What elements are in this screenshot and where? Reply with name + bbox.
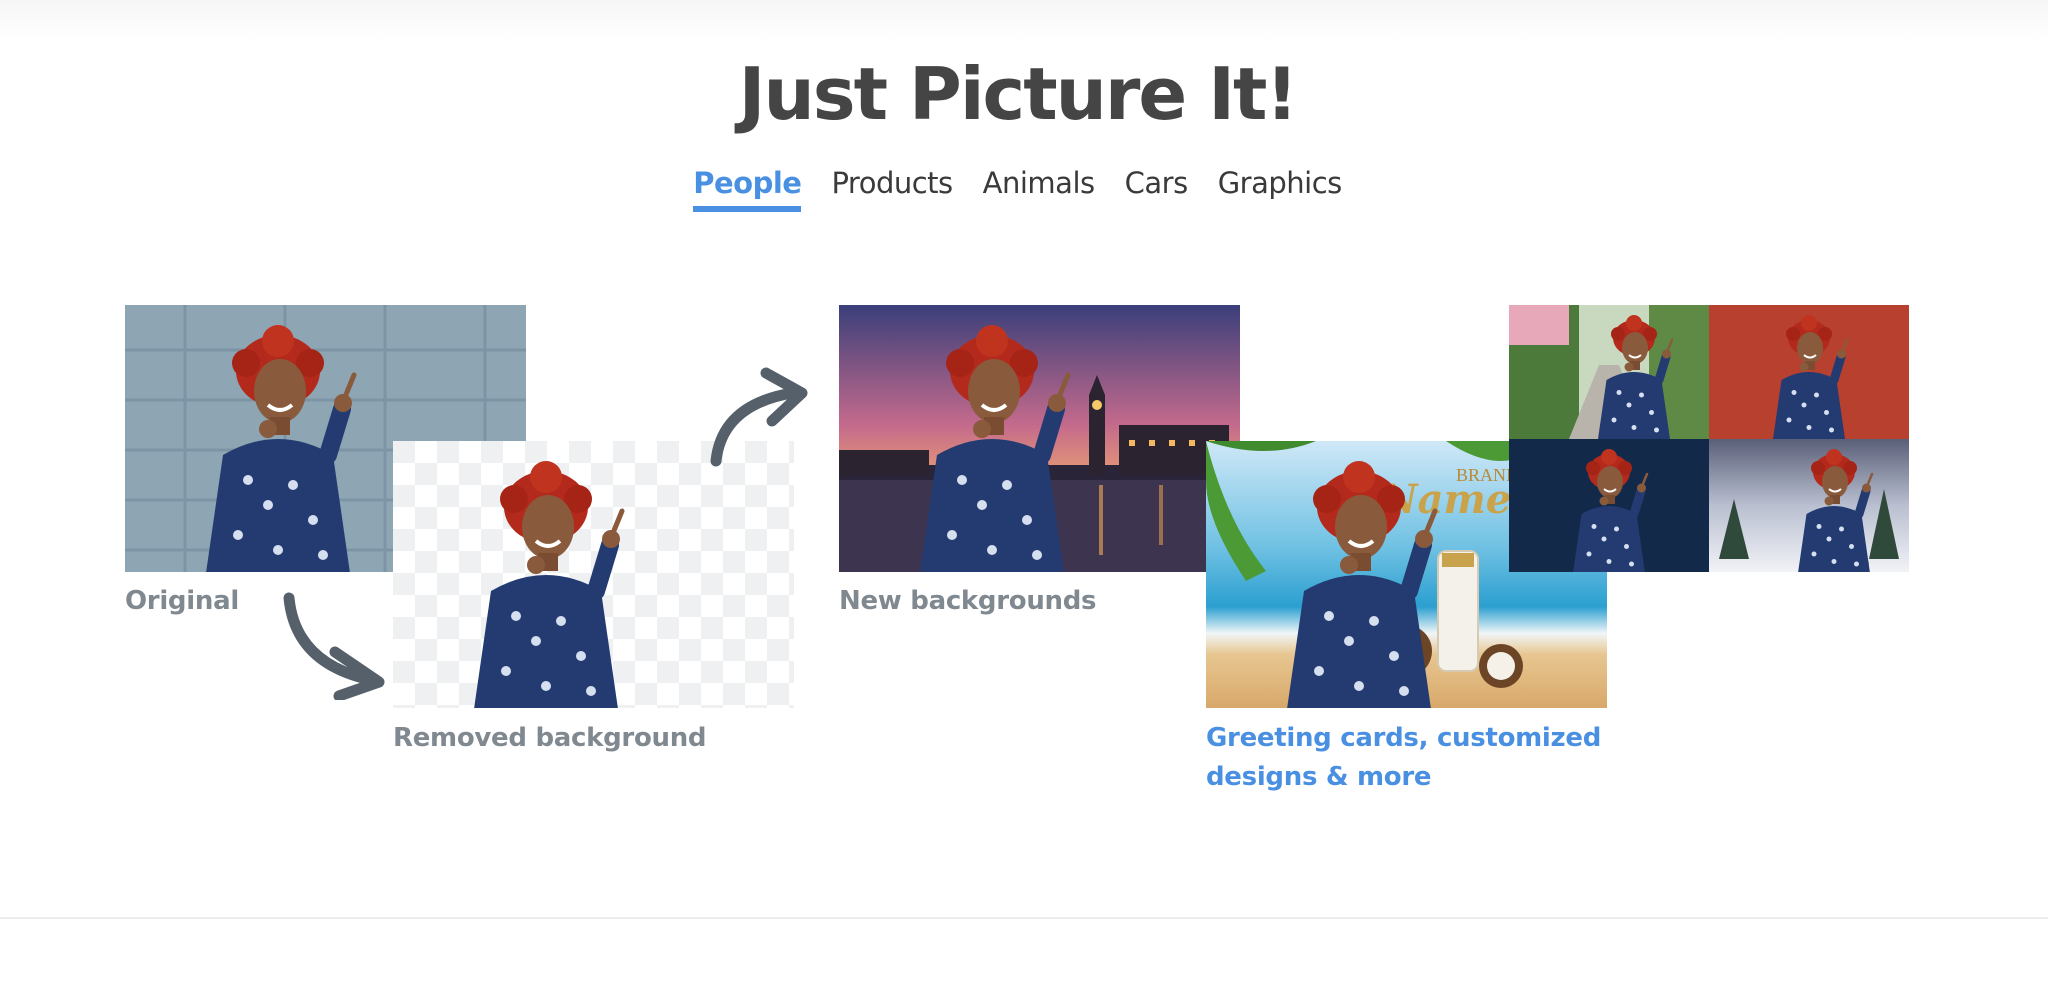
background-snow-photo xyxy=(1709,439,1909,572)
tab-cars[interactable]: Cars xyxy=(1125,166,1189,212)
tab-animals[interactable]: Animals xyxy=(983,166,1095,212)
arrow-icon xyxy=(283,592,385,700)
page-title: Just Picture It! xyxy=(738,52,1299,136)
new-background-london-photo xyxy=(839,305,1240,572)
section-divider xyxy=(0,917,2048,919)
tab-people[interactable]: People xyxy=(693,166,802,212)
background-navy-photo xyxy=(1509,439,1709,572)
caption-original: Original xyxy=(125,586,239,616)
caption-new-backgrounds: New backgrounds xyxy=(839,586,1097,616)
caption-greeting-line1: Greeting cards, customized xyxy=(1206,723,1602,753)
tab-graphics[interactable]: Graphics xyxy=(1218,166,1343,212)
caption-removed-background: Removed background xyxy=(393,723,707,753)
arrow-icon xyxy=(710,367,808,467)
background-street-photo xyxy=(1509,305,1709,439)
caption-greeting-cards: Greeting cards, customized designs & mor… xyxy=(1206,719,1601,797)
background-red-photo xyxy=(1709,305,1909,439)
top-band xyxy=(0,0,2048,40)
tab-products[interactable]: Products xyxy=(831,166,953,212)
removed-background-photo xyxy=(393,441,794,708)
caption-greeting-line2: designs & more xyxy=(1206,762,1432,792)
category-tabs: People Products Animals Cars Graphics xyxy=(0,166,2035,212)
